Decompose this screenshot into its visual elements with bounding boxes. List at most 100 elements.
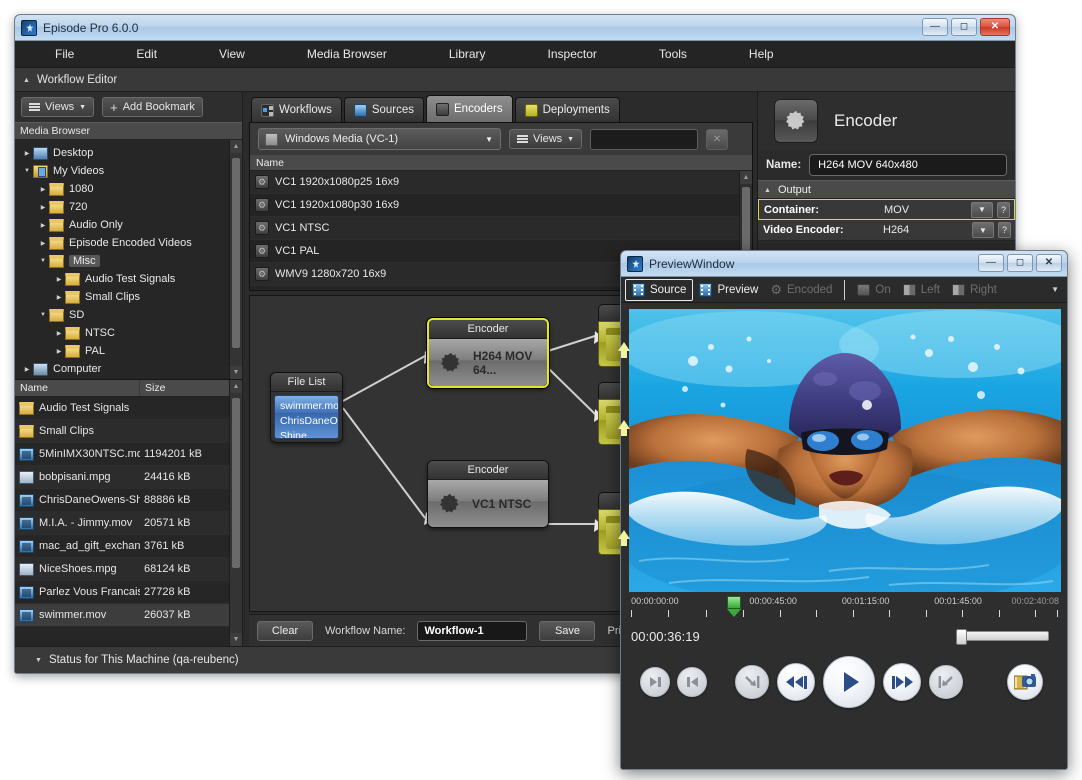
video-preview[interactable] <box>629 309 1061 592</box>
encoder-category-dropdown[interactable]: Windows Media (VC-1) ▼ <box>258 128 501 150</box>
file-list-node[interactable]: File List swimmer.mov ChrisDaneOwens-Shi… <box>270 372 343 443</box>
menu-tools[interactable]: Tools <box>649 47 697 61</box>
collapse-triangle-icon[interactable]: ▼ <box>21 168 33 174</box>
file-row[interactable]: 5MinIMX30NTSC.mov1194201 kB <box>15 443 242 466</box>
tree-item-small-clips[interactable]: ▶Small Clips <box>15 288 242 306</box>
expand-triangle-icon[interactable]: ▶ <box>37 240 49 247</box>
timeline-ruler[interactable]: 00:00:00:0000:00:45:0000:01:15:0000:01:4… <box>629 596 1059 624</box>
menu-file[interactable]: File <box>45 47 84 61</box>
expand-caret-icon[interactable] <box>35 654 49 666</box>
expand-triangle-icon[interactable]: ▶ <box>53 276 65 283</box>
file-row[interactable]: bobpisani.mpg24416 kB <box>15 466 242 489</box>
file-row[interactable]: mac_ad_gift_exchang...3761 kB <box>15 535 242 558</box>
menu-inspector[interactable]: Inspector <box>538 47 607 61</box>
clear-search-button[interactable]: ✕ <box>706 129 728 150</box>
expand-triangle-icon[interactable]: ▶ <box>53 348 65 355</box>
workflow-name-input[interactable]: Workflow-1 <box>417 621 527 641</box>
fast-forward-button[interactable] <box>883 663 921 701</box>
file-list-scrollbar[interactable]: ▲ ▼ <box>229 380 242 646</box>
tree-item-1080[interactable]: ▶1080 <box>15 180 242 198</box>
views-button-encoders[interactable]: Views ▼ <box>509 129 582 149</box>
rewind-button[interactable] <box>777 663 815 701</box>
library-tabs[interactable]: WorkflowsSourcesEncodersDeployments <box>243 92 757 122</box>
tree-item-audio-only[interactable]: ▶Audio Only <box>15 216 242 234</box>
file-scroll-down-icon[interactable]: ▼ <box>230 633 242 646</box>
clear-button[interactable]: Clear <box>257 621 313 641</box>
menu-help[interactable]: Help <box>739 47 784 61</box>
menu-library[interactable]: Library <box>439 47 496 61</box>
step-to-next-edit-button[interactable] <box>640 667 670 697</box>
tree-item-sd[interactable]: ▼SD <box>15 306 242 324</box>
collapse-caret-icon[interactable] <box>764 184 778 196</box>
menu-edit[interactable]: Edit <box>126 47 167 61</box>
add-bookmark-button[interactable]: + Add Bookmark <box>102 97 203 117</box>
inspector-output-section[interactable]: Output <box>758 180 1015 199</box>
inspector-prop-container[interactable]: Container: MOV ▼ ? <box>758 199 1015 220</box>
file-row[interactable]: M.I.A. - Jimmy.mov20571 kB <box>15 512 242 535</box>
tree-item-desktop[interactable]: ▶Desktop <box>15 144 242 162</box>
expand-triangle-icon[interactable]: ▶ <box>21 366 33 373</box>
minimize-button[interactable]: — <box>922 18 948 36</box>
inspector-name-input[interactable]: H264 MOV 640x480 <box>809 154 1007 176</box>
timeline-zoom-slider[interactable] <box>959 631 1049 641</box>
preview-minimize-button[interactable]: — <box>978 254 1004 272</box>
collapse-caret-icon[interactable] <box>23 74 37 86</box>
encoder-row[interactable]: ⚙VC1 NTSC <box>250 217 752 240</box>
inspector-prop-video-encoder[interactable]: Video Encoder: H264 ▼ ? <box>758 220 1015 241</box>
file-list-rows[interactable]: Audio Test SignalsSmall Clips5MinIMX30NT… <box>15 397 242 646</box>
tree-item-720[interactable]: ▶720 <box>15 198 242 216</box>
enc-scroll-up-icon[interactable]: ▲ <box>740 171 752 184</box>
tab-source[interactable]: Source <box>625 279 693 301</box>
file-scroll-up-icon[interactable]: ▲ <box>230 380 242 393</box>
file-scroll-thumb[interactable] <box>232 398 240 568</box>
scroll-up-arrow-icon[interactable]: ▲ <box>230 140 242 153</box>
timeline-playhead[interactable] <box>727 596 741 617</box>
encoder-search-input[interactable] <box>590 129 698 150</box>
menu-media-browser[interactable]: Media Browser <box>297 47 397 61</box>
tree-item-audio-test-signals[interactable]: ▶Audio Test Signals <box>15 270 242 288</box>
workflow-editor-header[interactable]: Workflow Editor <box>15 68 1015 92</box>
views-button-left[interactable]: Views ▼ <box>21 97 94 117</box>
collapse-triangle-icon[interactable]: ▼ <box>37 258 49 264</box>
tab-encoders[interactable]: Encoders <box>426 95 513 122</box>
file-row[interactable]: ChrisDaneOwens-Shi...88886 kB <box>15 489 242 512</box>
expand-triangle-icon[interactable]: ▶ <box>21 150 33 157</box>
play-button[interactable] <box>823 656 875 708</box>
close-button[interactable]: ✕ <box>980 18 1010 36</box>
step-to-prev-edit-button[interactable] <box>677 667 707 697</box>
folder-tree[interactable]: ▶Desktop▼My Videos▶1080▶720▶Audio Only▶E… <box>15 140 242 380</box>
preview-maximize-button[interactable]: ◻ <box>1007 254 1033 272</box>
help-icon[interactable]: ? <box>998 222 1011 238</box>
file-row[interactable]: Parlez Vous Francais....27728 kB <box>15 581 242 604</box>
tab-deployments[interactable]: Deployments <box>515 97 620 122</box>
help-icon[interactable]: ? <box>997 202 1010 218</box>
chevron-down-icon[interactable]: ▼ <box>1051 285 1059 294</box>
encoder-row[interactable]: ⚙VC1 1920x1080p25 16x9 <box>250 171 752 194</box>
tree-scrollbar[interactable]: ▲ ▼ <box>229 140 242 379</box>
collapse-triangle-icon[interactable]: ▼ <box>37 312 49 318</box>
encoder-column-header[interactable]: Name <box>250 155 752 171</box>
scroll-down-arrow-icon[interactable]: ▼ <box>230 366 242 379</box>
expand-triangle-icon[interactable]: ▶ <box>37 204 49 211</box>
column-header-size[interactable]: Size <box>140 380 242 396</box>
maximize-button[interactable]: ◻ <box>951 18 977 36</box>
file-row[interactable]: NiceShoes.mpg68124 kB <box>15 558 242 581</box>
tab-preview[interactable]: Preview <box>693 279 764 301</box>
tree-item-episode-encoded-videos[interactable]: ▶Episode Encoded Videos <box>15 234 242 252</box>
tab-workflows[interactable]: Workflows <box>251 97 342 122</box>
tree-item-ntsc[interactable]: ▶NTSC <box>15 324 242 342</box>
save-button[interactable]: Save <box>539 621 595 641</box>
mark-in-button[interactable] <box>929 665 963 699</box>
timeline-zoom-handle[interactable] <box>956 629 967 645</box>
file-row[interactable]: Small Clips <box>15 420 242 443</box>
preview-titlebar[interactable]: PreviewWindow — ◻ ✕ <box>621 251 1067 277</box>
preview-close-button[interactable]: ✕ <box>1036 254 1062 272</box>
chevron-down-icon[interactable]: ▼ <box>971 202 993 218</box>
tree-item-my-videos[interactable]: ▼My Videos <box>15 162 242 180</box>
expand-triangle-icon[interactable]: ▶ <box>53 330 65 337</box>
file-row[interactable]: swimmer.mov26037 kB <box>15 604 242 627</box>
enc-scroll-thumb[interactable] <box>742 187 750 257</box>
menu-view[interactable]: View <box>209 47 255 61</box>
tab-sources[interactable]: Sources <box>344 97 424 122</box>
file-row[interactable]: Audio Test Signals <box>15 397 242 420</box>
